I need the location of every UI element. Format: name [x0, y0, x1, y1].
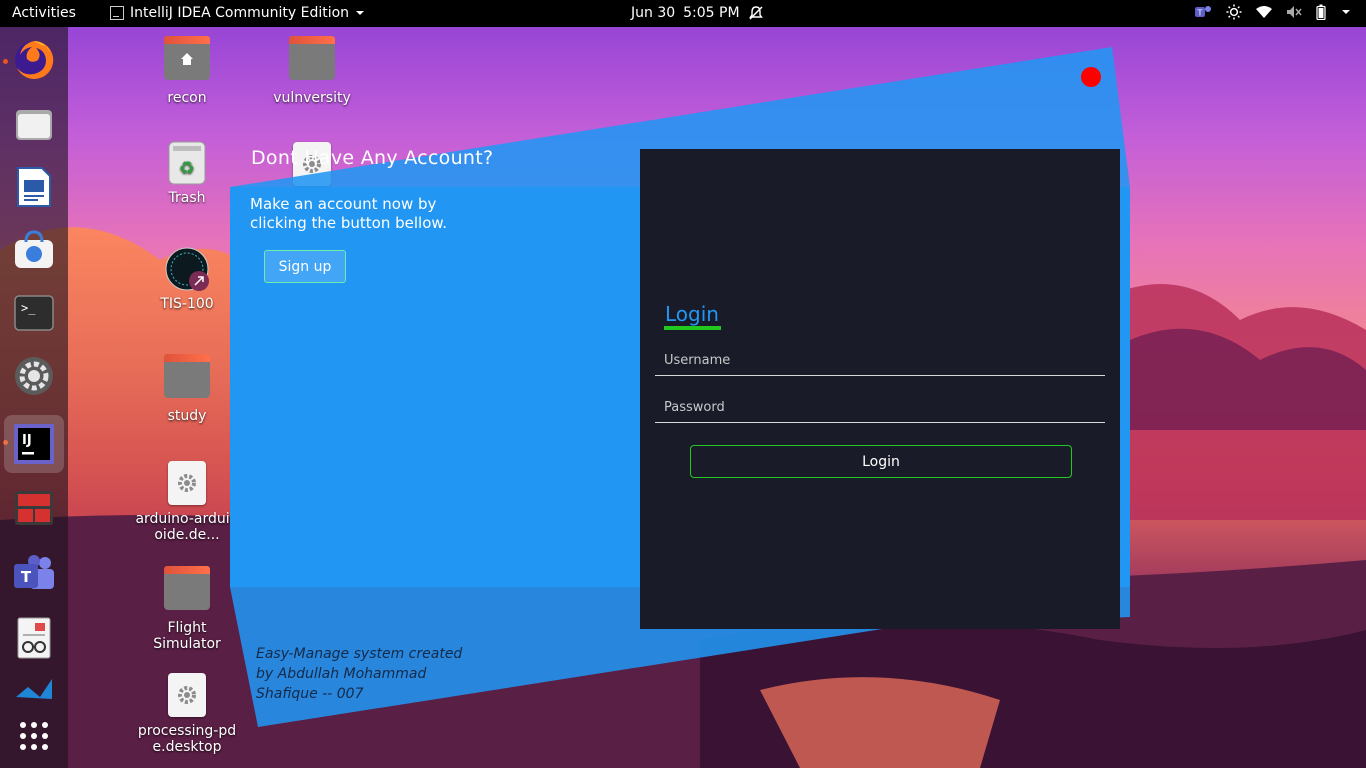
- svg-text:T: T: [1197, 9, 1203, 18]
- svg-text:♻: ♻: [179, 158, 195, 179]
- login-button[interactable]: Login: [690, 445, 1072, 478]
- dock: >_ IJ T: [0, 27, 68, 768]
- desktop-folder-flight-simulator[interactable]: Flight Simulator: [132, 566, 242, 652]
- desktop-app-tis-100[interactable]: TIS-100: [132, 246, 242, 312]
- desktop-icon-label: study: [167, 408, 207, 424]
- svg-text:IJ: IJ: [22, 433, 32, 448]
- signup-panel: [230, 187, 640, 587]
- signup-title: Dont Have Any Account?: [251, 147, 494, 169]
- power-menu-icon[interactable]: [1340, 4, 1352, 20]
- microsoft-teams-icon: T: [14, 555, 54, 589]
- terminal-launcher[interactable]: >_: [4, 284, 64, 342]
- username-input[interactable]: [655, 346, 1105, 375]
- files-icon: [16, 110, 52, 140]
- desktop-icon-label: processing-pde.desktop: [137, 723, 237, 755]
- show-applications-button[interactable]: [4, 707, 64, 765]
- credits-text: Easy-Manage system created by Abdullah M…: [256, 646, 463, 702]
- terminal-multiplexer-icon: [15, 491, 53, 525]
- microsoft-teams-launcher[interactable]: T: [4, 546, 64, 604]
- desktop-icon-label: Flight Simulator: [153, 620, 221, 652]
- username-field: [655, 346, 1105, 376]
- document-viewer-icon: [17, 617, 51, 659]
- tis-100-icon: [163, 246, 211, 294]
- wifi-icon[interactable]: [1256, 5, 1272, 19]
- password-field: [655, 393, 1105, 423]
- wallpaper-signature: [1283, 727, 1347, 741]
- impress-icon: [17, 167, 51, 207]
- login-panel: Login Login: [640, 149, 1120, 629]
- libreoffice-impress-launcher[interactable]: [4, 158, 64, 216]
- clock-date: Jun 30: [631, 5, 676, 21]
- desktop-launcher-processing[interactable]: processing-pde.desktop: [132, 671, 242, 755]
- battery-icon[interactable]: [1316, 4, 1326, 20]
- gear-file-icon: [163, 461, 211, 509]
- svg-text:T: T: [21, 568, 32, 586]
- software-center-launcher[interactable]: [4, 221, 64, 279]
- desktop-icon-label: recon: [167, 90, 207, 106]
- trash-icon: ♻: [163, 140, 211, 188]
- settings-icon: [15, 357, 53, 395]
- document-viewer-launcher[interactable]: [4, 609, 64, 667]
- desktop-trash[interactable]: ♻ Trash: [132, 140, 242, 206]
- brightness-icon[interactable]: [1226, 4, 1242, 20]
- volume-muted-icon[interactable]: [1286, 5, 1302, 19]
- clock-time: 5:05 PM: [683, 5, 740, 21]
- signup-button[interactable]: Sign up: [264, 250, 346, 283]
- software-center-icon: [15, 230, 53, 268]
- app-menu-label: IntelliJ IDEA Community Edition: [130, 5, 350, 21]
- login-title: Login: [665, 302, 719, 326]
- close-button[interactable]: [1081, 67, 1101, 87]
- intellij-small-icon: [110, 6, 124, 20]
- login-title-underline: [664, 326, 721, 330]
- desktop-icon-label: TIS-100: [160, 296, 214, 312]
- easy-manage-login-window: Dont Have Any Account? Make an account n…: [230, 47, 1130, 727]
- settings-launcher[interactable]: [4, 347, 64, 405]
- clock[interactable]: Jun 30 5:05 PM: [631, 5, 764, 21]
- visual-studio-code-icon: [16, 679, 52, 699]
- intellij-idea-launcher[interactable]: IJ: [4, 415, 64, 473]
- intellij-idea-icon: IJ: [14, 424, 54, 464]
- chevron-down-icon: [356, 11, 365, 15]
- signup-description: Make an account now by clicking the butt…: [250, 195, 448, 232]
- svg-text:>_: >_: [21, 301, 36, 315]
- gear-file-icon: [163, 673, 211, 721]
- desktop-icon-label: Trash: [168, 190, 206, 206]
- desktop-launcher-arduino[interactable]: arduino-arduinoide.de...: [132, 459, 242, 543]
- password-input[interactable]: [655, 393, 1105, 422]
- terminal-multiplexer-launcher[interactable]: [4, 479, 64, 537]
- top-bar: Activities IntelliJ IDEA Community Editi…: [0, 0, 1366, 27]
- app-menu[interactable]: IntelliJ IDEA Community Edition: [110, 5, 365, 21]
- files-launcher[interactable]: [4, 95, 64, 153]
- activities-button[interactable]: Activities: [12, 5, 76, 21]
- desktop-folder-recon[interactable]: recon: [132, 36, 242, 106]
- notifications-off-icon: [748, 6, 763, 20]
- app-grid-icon: [20, 722, 48, 750]
- firefox-icon: [15, 40, 54, 79]
- home-folder-icon: [163, 36, 211, 88]
- system-tray[interactable]: T: [1194, 4, 1352, 20]
- teams-tray-icon[interactable]: T: [1194, 4, 1212, 20]
- terminal-icon: >_: [14, 295, 54, 331]
- desktop-icon-label: arduino-arduinoide.de...: [135, 511, 239, 543]
- firefox-launcher[interactable]: [4, 31, 64, 89]
- desktop-folder-study[interactable]: study: [132, 354, 242, 424]
- folder-icon: [163, 566, 211, 618]
- folder-icon: [163, 354, 211, 406]
